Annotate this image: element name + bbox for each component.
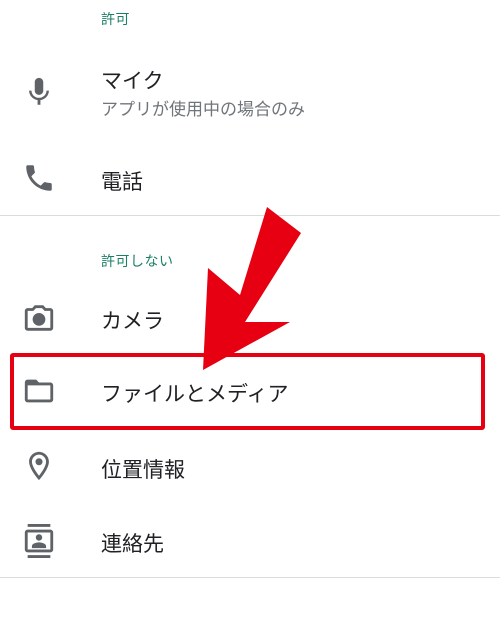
permission-item-microphone[interactable]: マイク アプリが使用中の場合のみ — [0, 52, 500, 132]
phone-icon — [22, 161, 56, 195]
permission-item-files-media[interactable]: ファイルとメディア — [0, 356, 500, 428]
permission-title-files-media: ファイルとメディア — [101, 382, 289, 406]
permission-title-contacts: 連絡先 — [101, 532, 164, 556]
location-icon — [22, 449, 56, 483]
permission-item-phone[interactable]: 電話 — [0, 142, 500, 214]
section-divider — [0, 215, 500, 216]
permission-item-location[interactable]: 位置情報 — [0, 430, 500, 502]
permission-item-contacts[interactable]: 連絡先 — [0, 504, 500, 576]
bottom-divider — [0, 577, 500, 578]
permission-item-camera[interactable]: カメラ — [0, 283, 500, 353]
permission-title-location: 位置情報 — [101, 458, 185, 482]
camera-icon — [22, 301, 56, 335]
permission-title-phone: 電話 — [101, 170, 143, 194]
permission-title-camera: カメラ — [101, 309, 164, 333]
section-header-denied: 許可しない — [101, 254, 174, 270]
permission-subtitle-microphone: アプリが使用中の場合のみ — [101, 100, 305, 120]
microphone-icon — [22, 75, 56, 109]
folder-icon — [22, 374, 56, 408]
permission-title-microphone: マイク — [101, 69, 164, 93]
contacts-icon — [22, 524, 56, 558]
section-header-allowed: 許可 — [101, 12, 130, 28]
